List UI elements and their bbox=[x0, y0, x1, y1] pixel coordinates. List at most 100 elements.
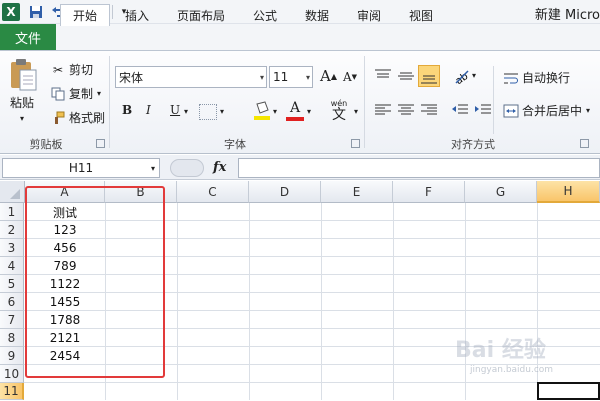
underline-button[interactable]: U bbox=[170, 103, 180, 117]
row-header-8[interactable]: 8 bbox=[0, 329, 24, 347]
paste-dropdown-icon[interactable]: ▾ bbox=[20, 114, 24, 123]
format-painter-button[interactable]: 格式刷 bbox=[50, 109, 105, 126]
increase-indent-icon[interactable] bbox=[474, 102, 492, 121]
active-cell-h11[interactable] bbox=[537, 382, 600, 400]
separator bbox=[112, 5, 113, 19]
merge-center-icon bbox=[503, 104, 519, 118]
underline-dropdown-icon[interactable]: ▾ bbox=[184, 107, 188, 116]
chevron-down-icon[interactable]: ▾ bbox=[151, 164, 155, 173]
row-header-5[interactable]: 5 bbox=[0, 275, 24, 293]
font-color-swatch bbox=[286, 117, 304, 121]
select-all-corner[interactable] bbox=[0, 181, 25, 203]
border-icon[interactable] bbox=[199, 104, 217, 120]
copy-label: 复制 bbox=[69, 87, 94, 101]
subgroup-separator bbox=[493, 66, 494, 134]
row-header-11[interactable]: 11 bbox=[0, 383, 24, 400]
orientation-icon[interactable]: ab bbox=[452, 67, 472, 88]
row-header-6[interactable]: 6 bbox=[0, 293, 24, 311]
column-header-c[interactable]: C bbox=[177, 181, 249, 203]
column-header-e[interactable]: E bbox=[321, 181, 393, 203]
chevron-down-icon: ▾ bbox=[305, 72, 310, 82]
formula-input[interactable] bbox=[238, 158, 600, 178]
tab-home[interactable]: 开始 bbox=[60, 4, 110, 26]
name-box[interactable]: H11 ▾ bbox=[2, 158, 160, 178]
row-header-7[interactable]: 7 bbox=[0, 311, 24, 329]
font-name-select[interactable]: 宋体 ▾ bbox=[115, 66, 267, 88]
tab-page-layout[interactable]: 页面布局 bbox=[168, 4, 234, 26]
column-header-d[interactable]: D bbox=[249, 181, 321, 203]
caret-up-icon: ▲ bbox=[330, 71, 337, 81]
phonetic-dropdown-icon[interactable]: ▾ bbox=[354, 107, 358, 116]
fill-color-dropdown-icon[interactable]: ▾ bbox=[273, 107, 277, 116]
paste-button[interactable]: 粘贴 bbox=[10, 94, 34, 111]
row-header-3[interactable]: 3 bbox=[0, 239, 24, 257]
align-left-icon[interactable] bbox=[374, 102, 392, 121]
column-header-h[interactable]: H bbox=[537, 181, 600, 203]
grow-font-label: A bbox=[320, 67, 331, 85]
italic-button[interactable]: I bbox=[146, 103, 151, 117]
tab-review[interactable]: 审阅 bbox=[348, 4, 390, 26]
orientation-dropdown-icon[interactable]: ▾ bbox=[472, 71, 476, 80]
row-header-1[interactable]: 1 bbox=[0, 203, 24, 221]
bold-button[interactable]: B bbox=[122, 103, 132, 117]
wrap-text-button[interactable]: 自动换行 bbox=[503, 69, 570, 86]
row-header-4[interactable]: 4 bbox=[0, 257, 24, 275]
tab-formulas[interactable]: 公式 bbox=[244, 4, 286, 26]
grow-font-button[interactable]: A ▲ bbox=[320, 67, 337, 85]
save-icon[interactable] bbox=[28, 4, 44, 20]
row-header-2[interactable]: 2 bbox=[0, 221, 24, 239]
merge-center-label: 合并后居中 bbox=[522, 104, 583, 118]
alignment-launcher-icon[interactable] bbox=[580, 139, 589, 148]
tab-file[interactable]: 文件 bbox=[0, 24, 56, 50]
copy-dropdown-icon[interactable]: ▾ bbox=[97, 89, 101, 98]
font-launcher-icon[interactable] bbox=[351, 139, 360, 148]
clipboard-launcher-icon[interactable] bbox=[96, 139, 105, 148]
insert-function-icon[interactable]: fx bbox=[213, 160, 226, 175]
tab-insert[interactable]: 插入 bbox=[114, 4, 160, 26]
fill-color-icon[interactable] bbox=[253, 100, 271, 125]
merge-center-button[interactable]: 合并后居中 ▾ bbox=[503, 102, 590, 119]
align-center-icon[interactable] bbox=[397, 102, 415, 121]
font-color-icon[interactable]: A bbox=[286, 100, 304, 121]
font-size-value: 11 bbox=[273, 70, 289, 84]
tab-data[interactable]: 数据 bbox=[296, 4, 338, 26]
paste-icon[interactable] bbox=[8, 58, 38, 92]
phonetic-char: 文 bbox=[332, 107, 346, 123]
font-size-select[interactable]: 11 ▾ bbox=[269, 66, 313, 88]
align-right-icon[interactable] bbox=[420, 102, 438, 121]
window-title: 新建 Micro bbox=[534, 8, 600, 23]
merge-dropdown-icon[interactable]: ▾ bbox=[586, 106, 590, 115]
row-header-9[interactable]: 9 bbox=[0, 347, 24, 365]
align-middle-icon[interactable] bbox=[397, 68, 415, 87]
cell-a11[interactable] bbox=[25, 383, 105, 401]
copy-button[interactable]: 复制 ▾ bbox=[50, 85, 101, 102]
phonetic-icon[interactable]: wén 文 bbox=[326, 100, 352, 123]
font-color-dropdown-icon[interactable]: ▾ bbox=[307, 107, 311, 116]
gridline bbox=[24, 382, 600, 383]
baidu-watermark-url: jingyan.baidu.com bbox=[470, 365, 554, 375]
alignment-group-label: 对齐方式 bbox=[451, 138, 495, 151]
gridline bbox=[249, 203, 250, 400]
formula-bar-splitter[interactable] bbox=[170, 159, 204, 177]
cut-button[interactable]: ✂ 剪切 bbox=[50, 61, 93, 78]
annotation-highlight-box bbox=[25, 186, 165, 378]
decrease-indent-icon[interactable] bbox=[451, 102, 469, 121]
font-name-value: 宋体 bbox=[119, 70, 144, 85]
border-dropdown-icon[interactable]: ▾ bbox=[220, 107, 224, 116]
copy-icon bbox=[50, 87, 66, 101]
baidu-watermark: Bai 经验 bbox=[455, 338, 546, 363]
gridline bbox=[177, 203, 178, 400]
shrink-font-button[interactable]: A ▼ bbox=[343, 70, 357, 84]
column-header-f[interactable]: F bbox=[393, 181, 465, 203]
excel-icon[interactable]: X bbox=[2, 3, 20, 21]
group-separator bbox=[109, 56, 110, 148]
row-header-10[interactable]: 10 bbox=[0, 365, 24, 383]
scissors-icon: ✂ bbox=[52, 62, 64, 77]
column-header-g[interactable]: G bbox=[465, 181, 537, 203]
wrap-text-icon bbox=[503, 71, 519, 85]
align-top-icon[interactable] bbox=[374, 68, 392, 87]
tab-view[interactable]: 视图 bbox=[400, 4, 442, 26]
align-bottom-icon[interactable] bbox=[418, 65, 440, 87]
name-box-value: H11 bbox=[68, 161, 94, 175]
format-painter-label: 格式刷 bbox=[69, 111, 106, 125]
